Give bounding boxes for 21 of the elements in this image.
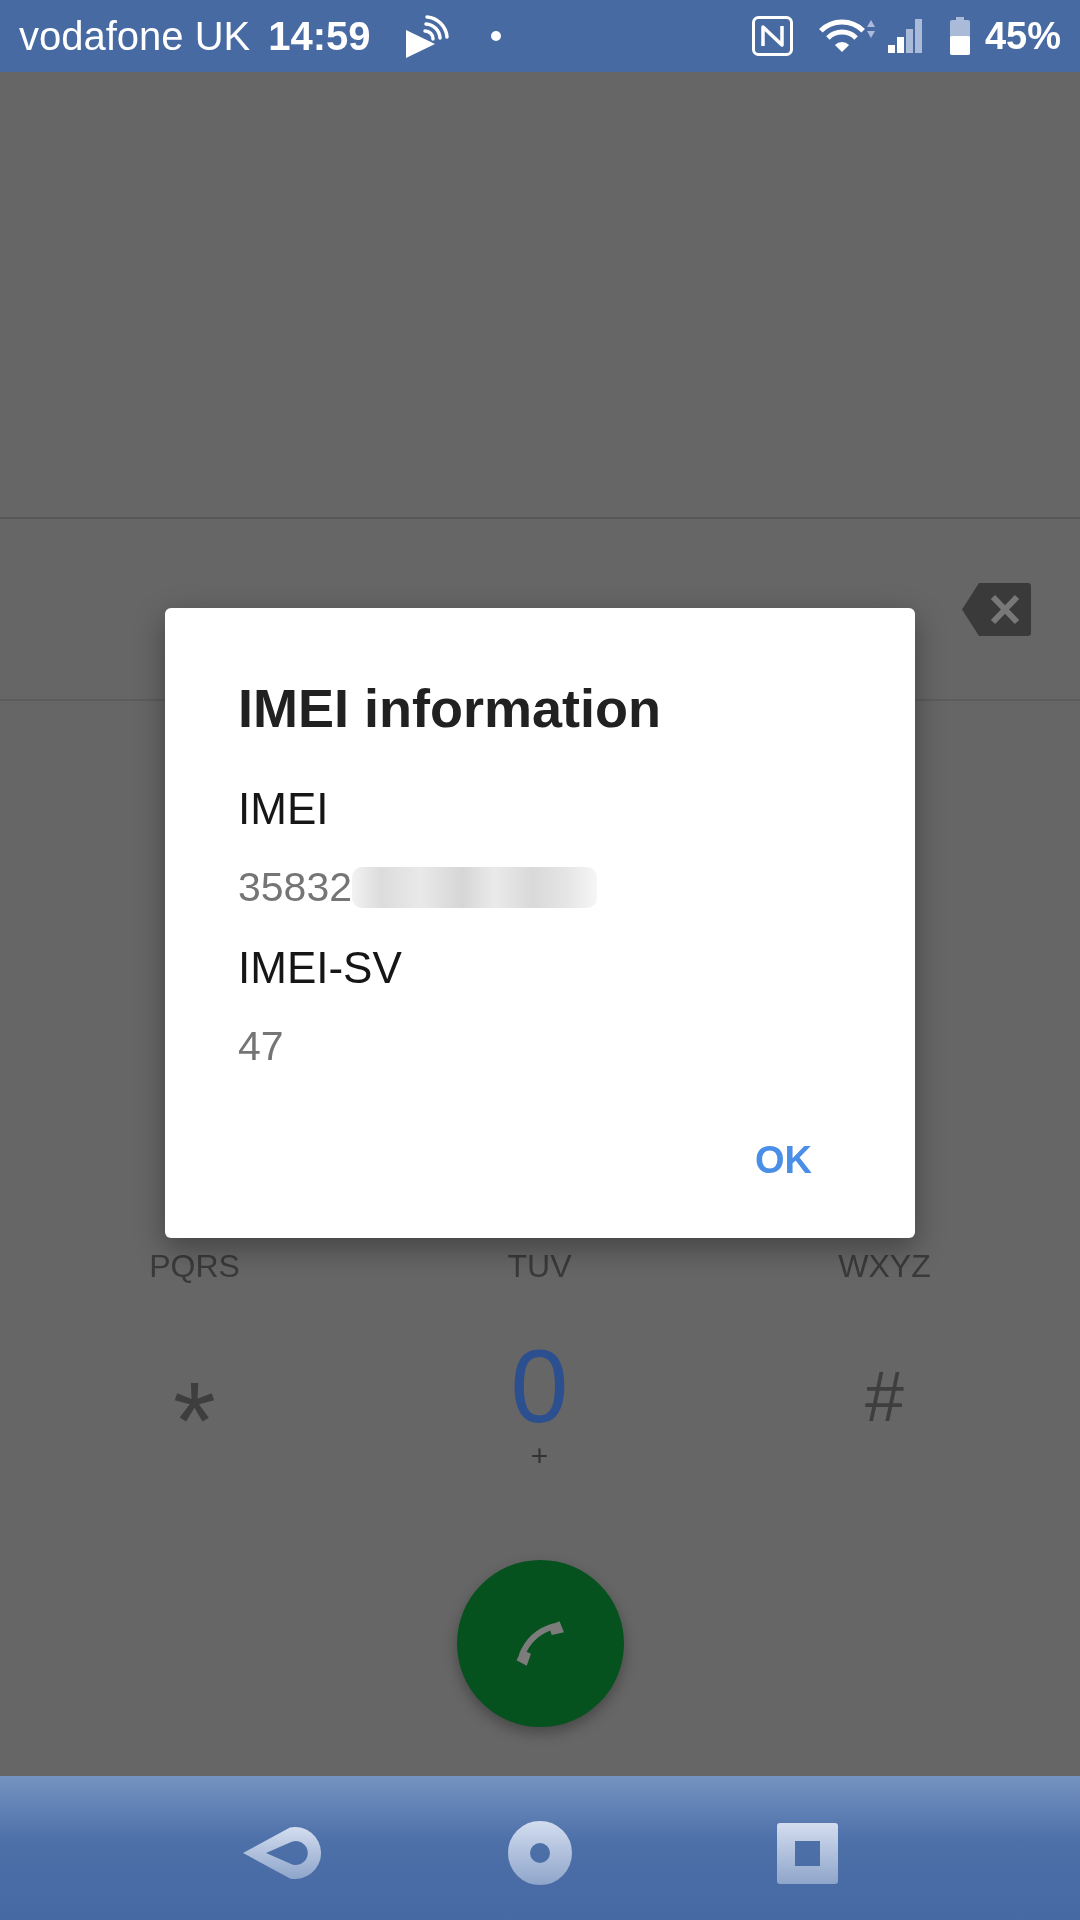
dial-key[interactable]: 0 + [510,1331,569,1471]
dial-key[interactable]: * [173,1365,216,1475]
cast-icon [404,13,451,59]
dial-key[interactable]: # [865,1342,904,1452]
field-value: 47 [238,1023,284,1069]
carrier-name: vodafone UK [19,13,251,59]
battery-percentage: 45% [984,14,1061,58]
home-icon[interactable] [508,1821,572,1885]
ok-button[interactable]: OK [731,1124,836,1196]
field-label: IMEI-SV [238,943,402,993]
backspace-icon[interactable] [961,581,1032,637]
field-value: 35832 [238,864,352,910]
recents-icon[interactable] [777,1822,838,1884]
dialog-title: IMEI information [238,677,661,739]
clock-time: 14:59 [268,13,371,59]
battery-icon [949,17,970,55]
wifi-icon [817,18,875,54]
notification-dot-icon [490,31,501,41]
field-label: IMEI [238,784,329,834]
nfc-icon [751,16,793,56]
signal-icon [887,19,924,53]
